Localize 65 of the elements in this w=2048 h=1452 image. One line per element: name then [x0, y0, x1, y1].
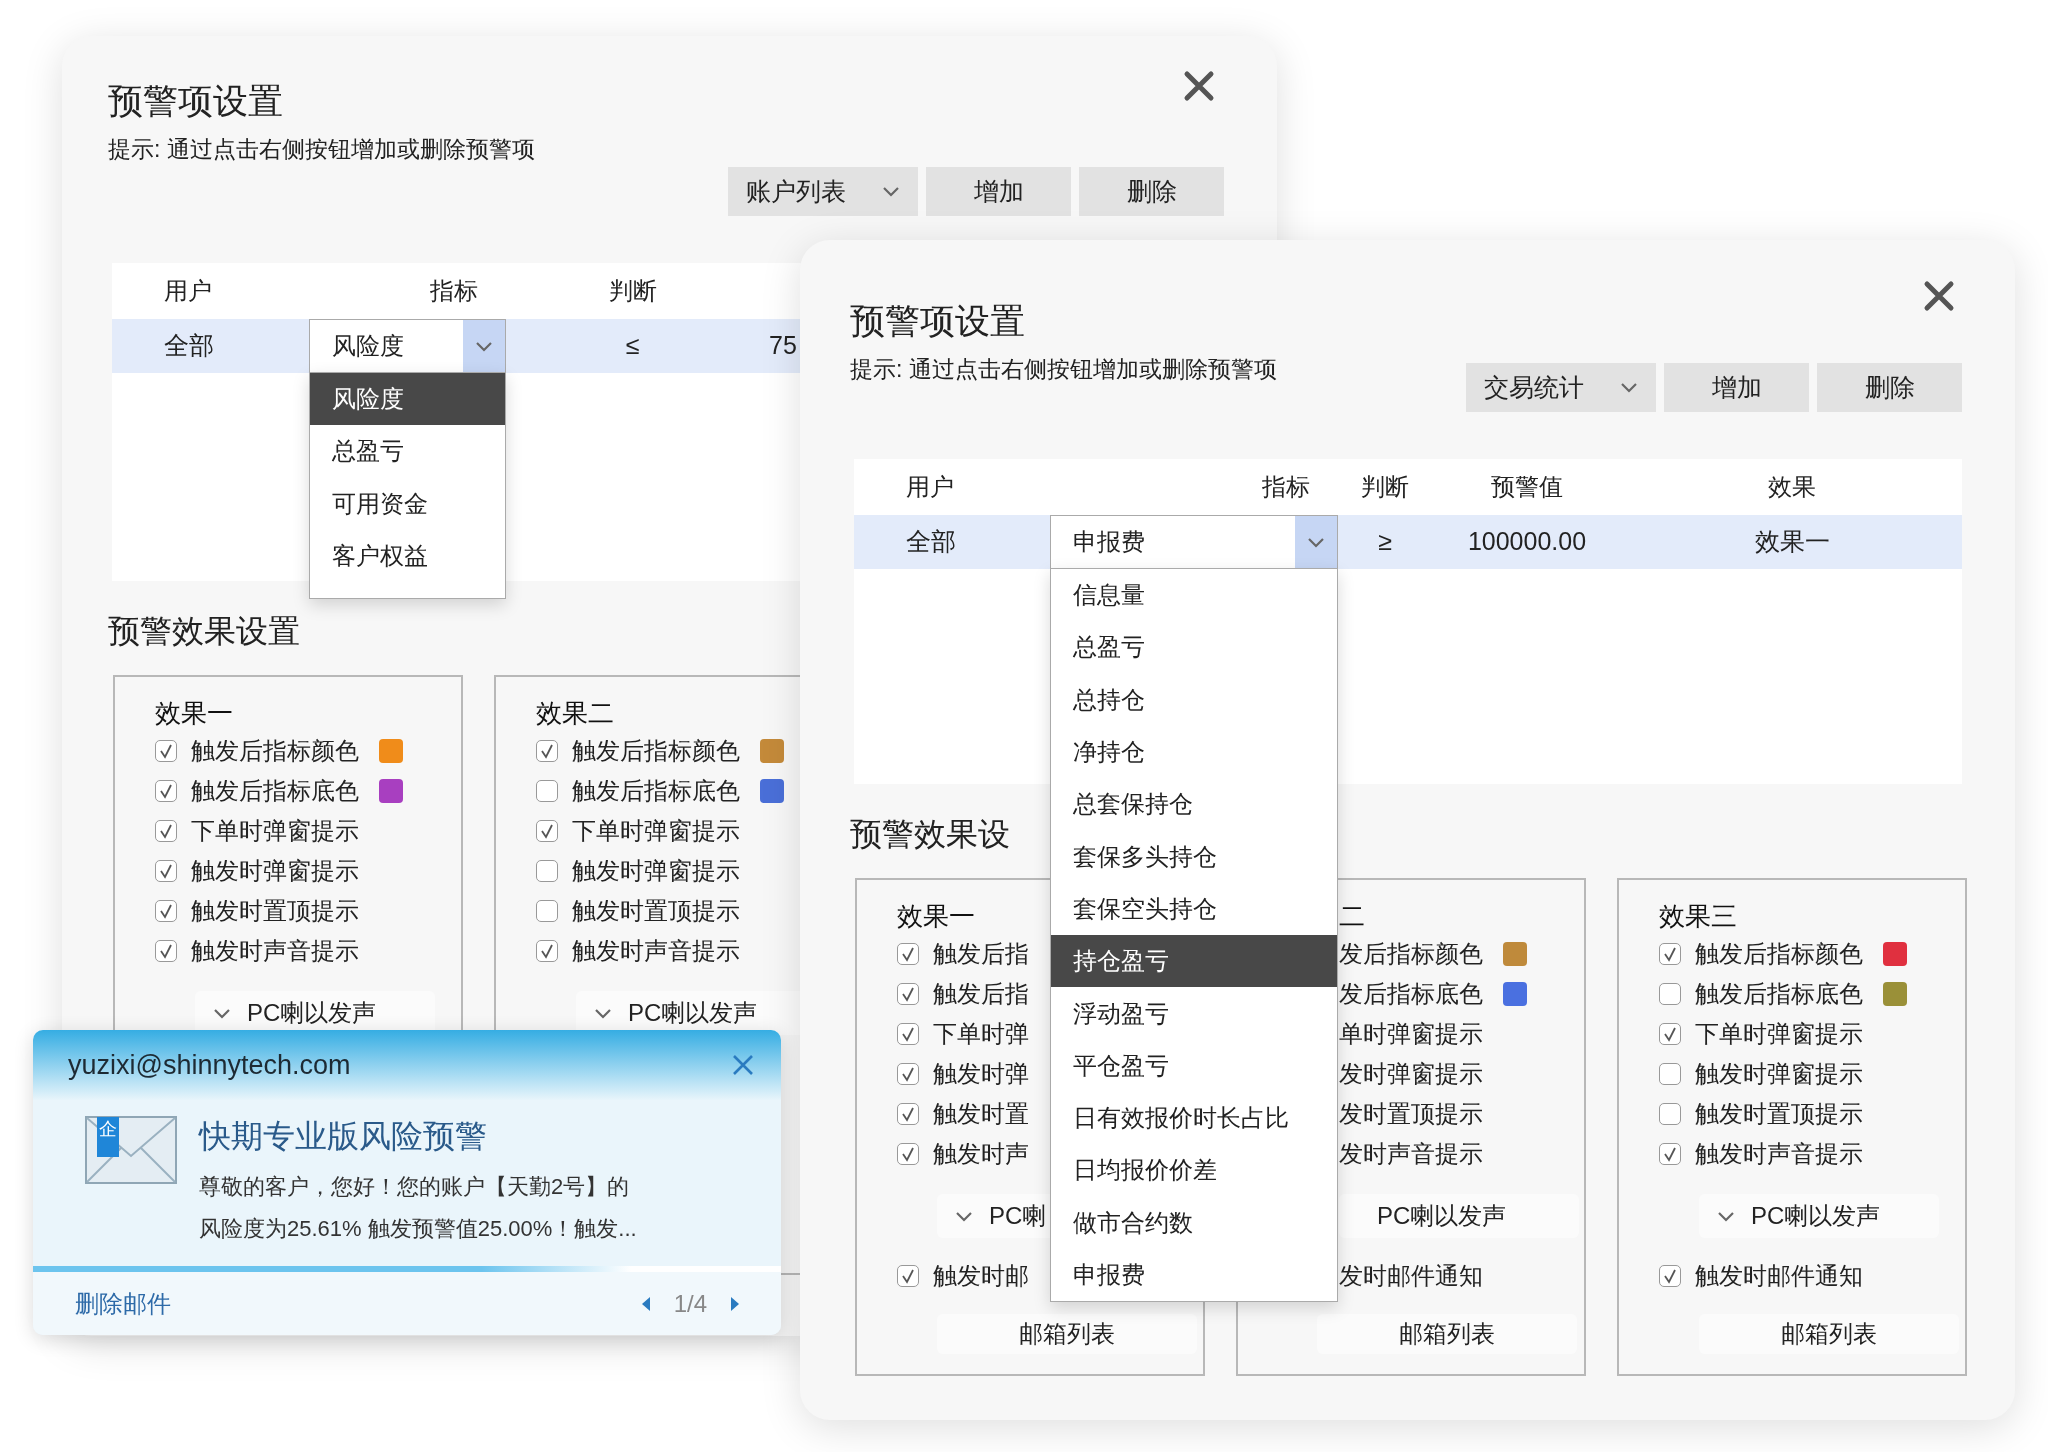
table-cell: 全部 [164, 331, 214, 360]
option-label: 发后指标颜色 [1339, 939, 1483, 969]
card-title: 效果三 [1659, 900, 1737, 933]
option-label: 触发后指 [933, 939, 1029, 969]
option-label: 发时置顶提示 [1339, 1099, 1483, 1129]
notification-title: 快期专业版风险预警 [199, 1117, 488, 1156]
table-cell: 效果一 [1754, 527, 1830, 556]
table-cell: 100000.00 [1467, 527, 1587, 556]
option-label: 发时声音提示 [1339, 1139, 1483, 1169]
option-label: 触发后指 [933, 979, 1029, 1009]
message-line: 尊敬的客户，您好！您的账户【天勤2号】的 [199, 1173, 631, 1201]
option-label: 触发后指标底色 [191, 776, 359, 806]
dialog-title: 预警项设置 [850, 300, 1026, 342]
card-title: 效果二 [536, 697, 614, 730]
option-label: 单时弹窗提示 [1339, 1019, 1483, 1049]
card-title: 效果一 [155, 697, 233, 730]
option-label: 发时弹窗提示 [1339, 1059, 1483, 1089]
option-label: 下单时弹窗提示 [1695, 1019, 1863, 1049]
table-cell: 全部 [906, 527, 956, 556]
column-header: 效果 [1768, 473, 1816, 500]
option-label: 触发时置顶提示 [191, 896, 359, 926]
hint-text: 提示: 通过点击右侧按钮增加或删除预警项 [850, 355, 1277, 384]
column-header: 预警值 [1491, 473, 1563, 500]
section-title: 预警效果设置 [108, 612, 300, 651]
option-label: 触发时弹 [933, 1059, 1029, 1089]
option-label: 触发时弹窗提示 [191, 856, 359, 886]
column-header: 用户 [164, 277, 212, 304]
option-label: 触发时邮件通知 [1695, 1261, 1863, 1291]
column-header: 指标 [430, 277, 478, 304]
option-label: 触发后指标底色 [1695, 979, 1863, 1009]
option-label: 下单时弹窗提示 [572, 816, 740, 846]
option-label: 触发时置顶提示 [1695, 1099, 1863, 1129]
card-title: 效果一 [897, 900, 975, 933]
email-address: yuzixi@shinnytech.com [68, 1048, 351, 1082]
option-label: 下单时弹窗提示 [191, 816, 359, 846]
option-label: 下单时弹 [933, 1019, 1029, 1049]
option-label: 触发时弹窗提示 [572, 856, 740, 886]
option-label: 触发时声音提示 [572, 936, 740, 966]
table-cell: ≤ [625, 331, 640, 360]
option-label: 触发后指标颜色 [1695, 939, 1863, 969]
option-label: 触发时弹窗提示 [1695, 1059, 1863, 1089]
option-label: 触发后指标颜色 [572, 736, 740, 766]
option-label: 触发后指标底色 [572, 776, 740, 806]
option-label: 触发时邮 [933, 1261, 1029, 1291]
column-header: 判断 [1361, 473, 1409, 500]
dialog-title: 预警项设置 [108, 80, 284, 122]
option-label: 触发时声 [933, 1139, 1029, 1169]
hint-text: 提示: 通过点击右侧按钮增加或删除预警项 [108, 135, 535, 164]
option-label: 发时邮件通知 [1339, 1261, 1483, 1291]
option-label: 触发时置顶提示 [572, 896, 740, 926]
option-label: 发后指标底色 [1339, 979, 1483, 1009]
card-title: 二 [1339, 900, 1365, 933]
option-label: 触发后指标颜色 [191, 736, 359, 766]
column-header: 用户 [906, 473, 954, 500]
table-cell: 75 [769, 331, 797, 360]
option-label: 触发时置 [933, 1099, 1029, 1129]
message-line: 风险度为25.61% 触发预警值25.00%！触发... [199, 1215, 637, 1243]
option-label: 触发时声音提示 [191, 936, 359, 966]
column-header: 指标 [1262, 473, 1310, 500]
option-label: 触发时声音提示 [1695, 1139, 1863, 1169]
tag-label: 企 [99, 1118, 117, 1140]
section-title: 预警效果设 [850, 815, 1010, 854]
page-counter: 1/4 [673, 1288, 707, 1319]
column-header: 判断 [608, 277, 657, 304]
table-cell: ≥ [1378, 527, 1392, 556]
